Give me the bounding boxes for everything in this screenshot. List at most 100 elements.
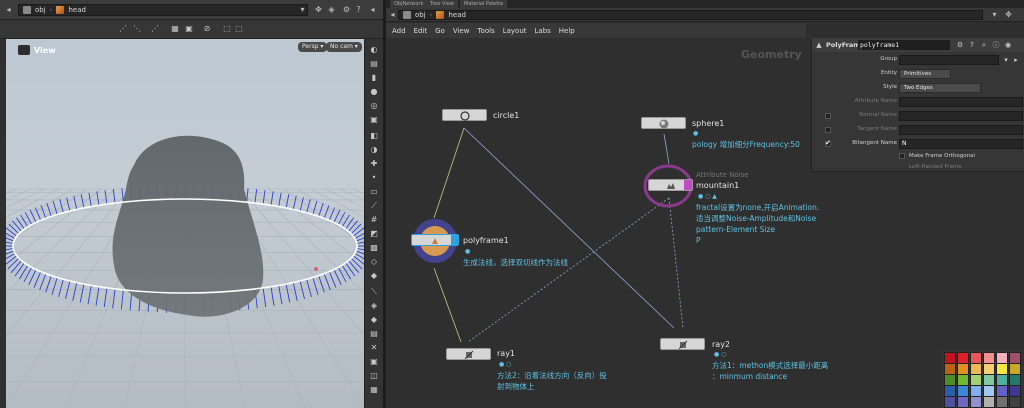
ghost-icon[interactable]: ◇ bbox=[369, 257, 379, 267]
path-bar[interactable]: obj › head bbox=[18, 4, 308, 16]
edge-icon[interactable]: ▭ bbox=[369, 187, 379, 197]
normal-icon[interactable]: ⟋ bbox=[369, 201, 379, 211]
menu-view[interactable]: View bbox=[453, 27, 470, 35]
path-obj[interactable]: obj bbox=[415, 11, 426, 19]
lock-icon[interactable]: ▮ bbox=[369, 73, 379, 83]
back-arrow-icon[interactable]: ◂ bbox=[4, 5, 13, 14]
menu-labs[interactable]: Labs bbox=[535, 27, 551, 35]
tab-objnetwork[interactable]: ObjNetwork bbox=[390, 0, 428, 8]
bulb-icon[interactable]: ◎ bbox=[369, 101, 379, 111]
pin-icon[interactable]: ✥ bbox=[314, 5, 323, 14]
param-entity-menu[interactable]: Primitives bbox=[899, 69, 951, 79]
network-path-bar[interactable]: obj › head bbox=[398, 10, 983, 20]
param-normal-name-field[interactable] bbox=[899, 111, 1023, 121]
snap-icon[interactable]: ⚙ bbox=[342, 5, 351, 14]
comment-badge-icon[interactable]: ● ○ ▲ bbox=[698, 193, 717, 200]
smooth-icon[interactable]: ◑ bbox=[369, 145, 379, 155]
pane-menu-icon[interactable]: ◂ bbox=[368, 5, 377, 14]
chevron-down-icon[interactable]: ▾ bbox=[298, 5, 307, 14]
color-swatch[interactable] bbox=[983, 396, 995, 408]
display-options-icon[interactable]: ▤ bbox=[369, 59, 379, 69]
snapshot-icon[interactable]: ◫ bbox=[369, 371, 379, 381]
param-attribute-name-field[interactable] bbox=[899, 97, 1023, 107]
camera-menu-button[interactable]: No cam ▾ bbox=[326, 42, 362, 52]
tab-tree-view[interactable]: Tree View bbox=[426, 0, 458, 8]
no-entry-icon[interactable]: ⊘ bbox=[202, 24, 212, 34]
color-swatch[interactable] bbox=[957, 396, 969, 408]
pin-icon[interactable]: ✥ bbox=[1004, 10, 1013, 19]
chevron-down-icon[interactable]: ▾ bbox=[1002, 56, 1010, 64]
param-style-menu[interactable]: Two Edges bbox=[899, 83, 981, 93]
node-ray1[interactable] bbox=[446, 348, 491, 360]
menu-help[interactable]: Help bbox=[559, 27, 575, 35]
display-flag[interactable] bbox=[684, 180, 692, 190]
view-label[interactable]: View bbox=[18, 45, 56, 55]
param-group-field[interactable] bbox=[899, 55, 999, 65]
display-flag[interactable] bbox=[451, 235, 458, 245]
node-polyframe1[interactable] bbox=[411, 234, 459, 246]
info-icon[interactable]: ⓘ bbox=[992, 41, 1000, 49]
shading-icon[interactable]: ▣ bbox=[184, 24, 194, 34]
menu-layout[interactable]: Layout bbox=[503, 27, 527, 35]
path-head[interactable]: head bbox=[448, 11, 465, 19]
point-icon[interactable]: • bbox=[369, 173, 379, 183]
template-icon[interactable]: ▤ bbox=[369, 329, 379, 339]
number-icon[interactable]: # bbox=[369, 215, 379, 225]
color-swatch[interactable] bbox=[1009, 396, 1021, 408]
lock-camera-icon[interactable]: ◐ bbox=[369, 45, 379, 55]
persp-menu-button[interactable]: Persp ▾ bbox=[298, 42, 328, 52]
display-icon[interactable]: ▦ bbox=[170, 24, 180, 34]
face-icon[interactable]: ◩ bbox=[369, 229, 379, 239]
param-bitangent-name-toggle[interactable] bbox=[825, 139, 831, 147]
param-normal-name-toggle[interactable] bbox=[825, 113, 831, 119]
light-icon[interactable]: ● bbox=[369, 87, 379, 97]
path-obj[interactable]: obj bbox=[35, 6, 46, 14]
vertex-icon[interactable]: ✚ bbox=[369, 159, 379, 169]
diamond-icon[interactable]: ◆ bbox=[369, 315, 379, 325]
hide-icon[interactable]: ◆ bbox=[369, 271, 379, 281]
select-points-icon[interactable]: ⬚ bbox=[234, 24, 244, 34]
cross-icon[interactable]: ✕ bbox=[369, 343, 379, 353]
comment-badge-icon[interactable]: ● ○ bbox=[714, 351, 726, 358]
gear-icon[interactable]: ⚙ bbox=[956, 41, 964, 49]
menu-tools[interactable]: Tools bbox=[477, 27, 494, 35]
comment-badge-icon[interactable]: ● bbox=[693, 130, 698, 137]
flipbook-icon[interactable]: ▦ bbox=[369, 385, 379, 395]
param-make-ortho-checkbox[interactable] bbox=[899, 153, 905, 159]
color-swatch[interactable] bbox=[970, 396, 982, 408]
render-icon[interactable]: ▣ bbox=[369, 357, 379, 367]
node-circle1[interactable] bbox=[442, 109, 487, 121]
comment-badge-icon[interactable]: ● ○ bbox=[499, 361, 511, 368]
3d-viewport[interactable]: View Persp ▾ No cam ▾ bbox=[6, 39, 364, 408]
select-arrow-icon[interactable]: ▸ bbox=[1012, 56, 1020, 64]
snap-prim-icon[interactable]: ⋰ bbox=[150, 24, 160, 34]
snap-grid-icon[interactable]: ⋰ bbox=[118, 24, 128, 34]
node-name-field[interactable]: polyframe1 bbox=[858, 40, 950, 50]
node-sphere1[interactable] bbox=[641, 117, 686, 129]
path-head[interactable]: head bbox=[68, 6, 85, 14]
sculpt-icon[interactable]: ◈ bbox=[369, 301, 379, 311]
link-icon[interactable]: ◈ bbox=[327, 5, 336, 14]
brush-icon[interactable]: ⟍ bbox=[369, 287, 379, 297]
param-bitangent-name-field[interactable]: N bbox=[899, 139, 1023, 149]
color-swatch[interactable] bbox=[996, 396, 1008, 408]
param-tangent-name-field[interactable] bbox=[899, 125, 1023, 135]
comment-badge-icon[interactable]: ● bbox=[465, 248, 470, 255]
node-mountain1[interactable] bbox=[648, 179, 693, 191]
tab-material-palette[interactable]: Material Palette bbox=[460, 0, 508, 8]
shaded-icon[interactable]: ◧ bbox=[369, 131, 379, 141]
back-arrow-icon[interactable]: ◂ bbox=[388, 10, 397, 19]
help-icon[interactable]: ? bbox=[968, 41, 976, 49]
color-swatch[interactable] bbox=[944, 396, 956, 408]
param-tangent-name-toggle[interactable] bbox=[825, 127, 831, 133]
selection-mode-icon[interactable]: ⬚ bbox=[222, 24, 232, 34]
menu-edit[interactable]: Edit bbox=[414, 27, 428, 35]
menu-go[interactable]: Go bbox=[435, 27, 445, 35]
node-ray2[interactable] bbox=[660, 338, 705, 350]
snap-point-icon[interactable]: ⋱ bbox=[132, 24, 142, 34]
help-circle-icon[interactable]: ◉ bbox=[1004, 41, 1012, 49]
wireframe-icon[interactable]: ▣ bbox=[369, 115, 379, 125]
menu-add[interactable]: Add bbox=[392, 27, 406, 35]
search-icon[interactable]: ⌕ bbox=[980, 41, 988, 49]
chevron-down-icon[interactable]: ▾ bbox=[990, 10, 999, 19]
